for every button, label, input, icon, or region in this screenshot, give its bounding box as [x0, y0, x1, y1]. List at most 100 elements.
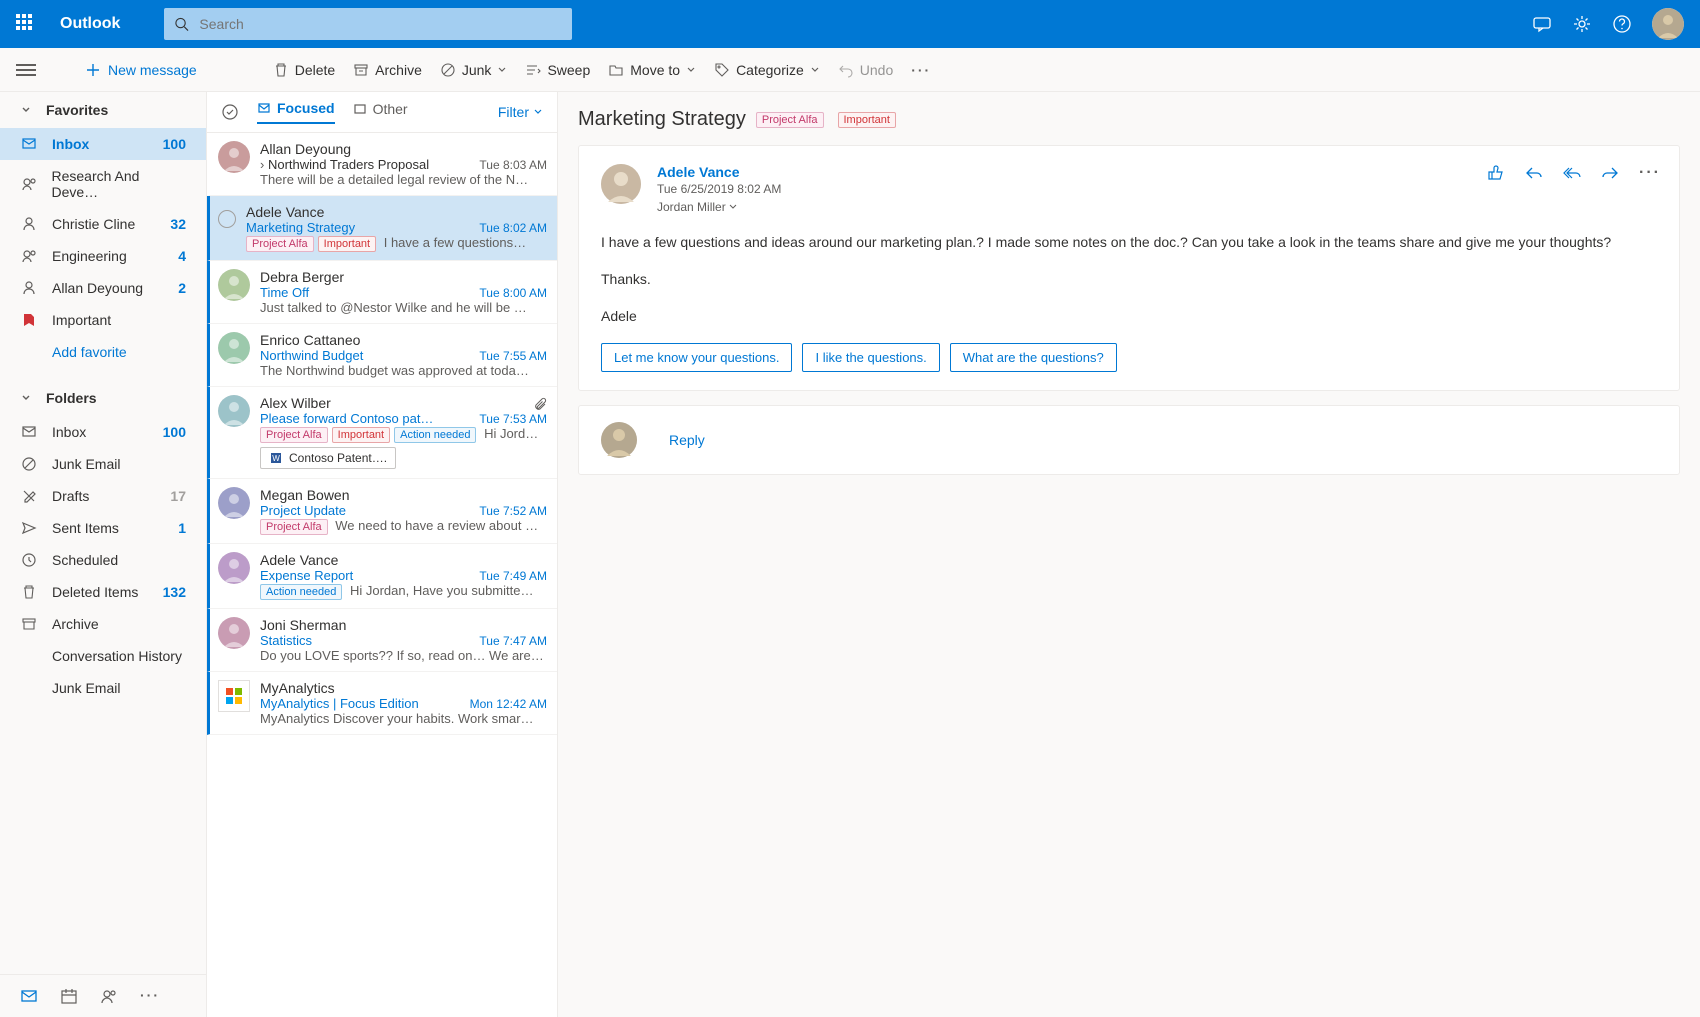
email-item[interactable]: Alex WilberPlease forward Contoso pat…Tu…: [207, 387, 557, 479]
suggested-reply[interactable]: I like the questions.: [802, 343, 939, 372]
filter-button[interactable]: Filter: [498, 104, 543, 120]
sidebar-item[interactable]: Sent Items1: [0, 512, 206, 544]
email-subject: MyAnalytics | Focus Edition: [260, 696, 462, 711]
help-icon[interactable]: [1612, 14, 1632, 34]
email-item[interactable]: Adele VanceExpense ReportTue 7:49 AMActi…: [207, 544, 557, 609]
sidebar-item[interactable]: Christie Cline32: [0, 208, 206, 240]
chevron-down-icon[interactable]: [729, 203, 737, 211]
email-item[interactable]: Debra BergerTime OffTue 8:00 AM Just tal…: [207, 261, 557, 324]
sidebar-item[interactable]: Engineering4: [0, 240, 206, 272]
sidebar-item[interactable]: Inbox100: [0, 416, 206, 448]
app-launcher-icon[interactable]: [16, 14, 36, 34]
people-icon[interactable]: [100, 987, 118, 1005]
suggested-reply[interactable]: What are the questions?: [950, 343, 1117, 372]
reply-link[interactable]: Reply: [669, 432, 705, 448]
sidebar-item[interactable]: Drafts17: [0, 480, 206, 512]
category-badge: Action needed: [260, 584, 342, 600]
email-item[interactable]: MyAnalyticsMyAnalytics | Focus EditionMo…: [207, 672, 557, 735]
add-favorite[interactable]: Add favorite: [0, 336, 206, 368]
sender-name[interactable]: Adele Vance: [657, 164, 781, 180]
tab-other[interactable]: Other: [353, 101, 408, 123]
sidebar-item[interactable]: Deleted Items132: [0, 576, 206, 608]
forward-icon[interactable]: [1601, 164, 1619, 182]
nav-label: Inbox: [52, 136, 89, 152]
select-all-icon[interactable]: [221, 103, 239, 121]
plus-icon: [86, 63, 100, 77]
sender-avatar[interactable]: [601, 164, 641, 204]
search-icon: [174, 16, 189, 32]
more-apps-icon[interactable]: ···: [140, 987, 158, 1005]
nav-icon: [20, 488, 38, 504]
sweep-button[interactable]: Sweep: [525, 62, 590, 78]
archive-button[interactable]: Archive: [353, 62, 422, 78]
email-subject: Northwind Budget: [260, 348, 471, 363]
nav-count: 17: [170, 488, 186, 504]
topbar: Outlook: [0, 0, 1700, 48]
tag-icon: [714, 62, 730, 78]
search-box[interactable]: [164, 8, 572, 40]
undo-icon: [838, 62, 854, 78]
reply-icon[interactable]: [1525, 164, 1543, 182]
email-preview: Project Alfa We need to have a review ab…: [260, 518, 547, 535]
sender-avatar: [218, 487, 250, 519]
archive-icon: [353, 62, 369, 78]
nav-count: 4: [178, 248, 186, 264]
email-from: Allan Deyoung: [260, 141, 547, 157]
search-input[interactable]: [199, 16, 562, 32]
email-subject: Marketing Strategy: [578, 108, 746, 131]
reply-box[interactable]: Reply: [578, 405, 1680, 475]
undo-button[interactable]: Undo: [838, 62, 893, 78]
message-card: Adele Vance Tue 6/25/2019 8:02 AM Jordan…: [578, 145, 1680, 391]
sidebar-item[interactable]: Allan Deyoung2: [0, 272, 206, 304]
user-avatar[interactable]: [1652, 8, 1684, 40]
sidebar-item[interactable]: Junk Email: [0, 672, 206, 704]
favorites-header[interactable]: Favorites: [0, 92, 206, 128]
sweep-icon: [525, 62, 541, 78]
category-badge: Important: [318, 236, 376, 252]
category-badge: Project Alfa: [260, 427, 328, 443]
new-message-button[interactable]: New message: [86, 62, 197, 78]
email-from: Debra Berger: [260, 269, 547, 285]
sidebar-item[interactable]: Scheduled: [0, 544, 206, 576]
sidebar-item[interactable]: Conversation History: [0, 640, 206, 672]
chat-icon[interactable]: [1532, 14, 1552, 34]
email-item[interactable]: Enrico CattaneoNorthwind BudgetTue 7:55 …: [207, 324, 557, 387]
junk-icon: [440, 62, 456, 78]
sidebar-item[interactable]: Important: [0, 304, 206, 336]
junk-button[interactable]: Junk: [440, 62, 508, 78]
email-item[interactable]: Megan BowenProject UpdateTue 7:52 AMProj…: [207, 479, 557, 544]
suggested-reply[interactable]: Let me know your questions.: [601, 343, 792, 372]
sidebar-item[interactable]: Junk Email: [0, 448, 206, 480]
email-item[interactable]: Joni ShermanStatisticsTue 7:47 AM Do you…: [207, 609, 557, 672]
sidebar-item[interactable]: Research And Deve…: [0, 160, 206, 208]
gear-icon[interactable]: [1572, 14, 1592, 34]
mail-icon[interactable]: [20, 987, 38, 1005]
email-item[interactable]: Adele VanceMarketing StrategyTue 8:02 AM…: [207, 196, 557, 261]
reply-all-icon[interactable]: [1563, 164, 1581, 182]
hamburger-icon[interactable]: [16, 64, 36, 76]
delete-button[interactable]: Delete: [273, 62, 335, 78]
more-icon[interactable]: ···: [1639, 164, 1657, 182]
email-time: Tue 7:47 AM: [479, 634, 547, 648]
reading-header: Marketing Strategy Project Alfa Importan…: [578, 108, 1680, 131]
email-time: Tue 7:49 AM: [479, 569, 547, 583]
tab-focused[interactable]: Focused: [257, 100, 335, 124]
sidebar-item[interactable]: Archive: [0, 608, 206, 640]
email-subject: Time Off: [260, 285, 471, 300]
move-button[interactable]: Move to: [608, 62, 696, 78]
attachment-chip[interactable]: WContoso Patent….: [260, 447, 396, 469]
categorize-button[interactable]: Categorize: [714, 62, 820, 78]
email-subject: Expense Report: [260, 568, 471, 583]
email-item[interactable]: Allan Deyoung› Northwind Traders Proposa…: [207, 133, 557, 196]
like-icon[interactable]: [1487, 164, 1505, 182]
sender-avatar: [218, 680, 250, 712]
calendar-icon[interactable]: [60, 987, 78, 1005]
nav-count: 100: [163, 136, 186, 152]
sidebar-item[interactable]: Inbox 100: [0, 128, 206, 160]
more-icon[interactable]: ···: [911, 62, 931, 78]
select-circle[interactable]: [218, 210, 236, 228]
sender-avatar: [218, 332, 250, 364]
email-from: Enrico Cattaneo: [260, 332, 547, 348]
new-message-label: New message: [108, 62, 197, 78]
folders-header[interactable]: Folders: [0, 380, 206, 416]
